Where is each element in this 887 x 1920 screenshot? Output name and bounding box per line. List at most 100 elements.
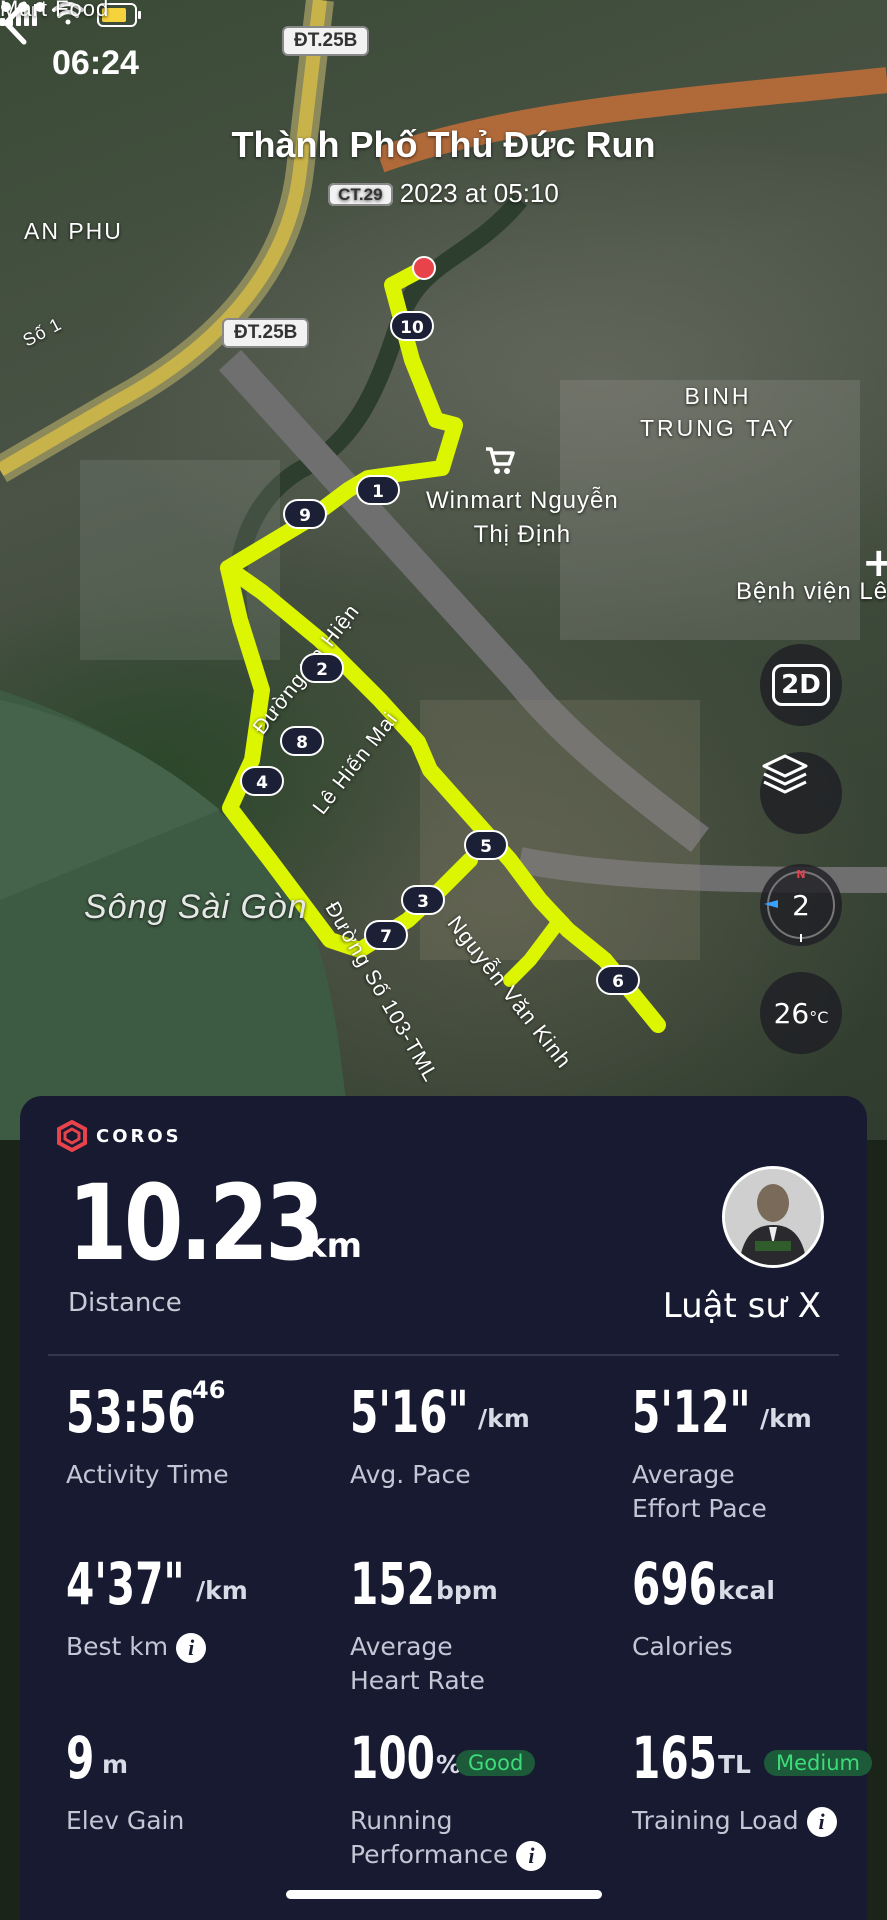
coros-logo-icon: [57, 1120, 87, 1152]
km-marker: 9: [283, 499, 327, 529]
date-road-tag: CT.29: [328, 183, 393, 206]
stat-value: 5'12": [632, 1378, 751, 1446]
activity-date: CT.29 2023 at 05:10: [0, 178, 887, 209]
distance-label: Distance: [68, 1288, 182, 1318]
summary-panel: COROS 10.23 km Distance Luật sư X 53:56 4…: [20, 1096, 872, 1920]
view-2d-button[interactable]: 2D: [760, 644, 842, 726]
stat-label: Calories: [632, 1630, 887, 1664]
info-icon[interactable]: i: [176, 1633, 207, 1663]
activity-datetime: 2023 at 05:10: [399, 178, 559, 208]
stat-badge: Good: [456, 1750, 536, 1776]
hospital-plus-icon: +: [862, 540, 887, 586]
activity-title: Thành Phố Thủ Đức Run: [231, 124, 656, 165]
compass-button[interactable]: N 2: [760, 864, 842, 946]
coros-logo: COROS: [56, 1120, 182, 1152]
user-name: Luật sư X: [662, 1286, 821, 1326]
route-line: [220, 256, 666, 1033]
brand-name: COROS: [96, 1125, 182, 1147]
stat-item: 5'12" /km Average Effort Pace: [632, 1378, 887, 1523]
map-label-an-phu: AN PHU: [24, 218, 123, 244]
view-mode-label: 2D: [772, 664, 830, 706]
stat-label: Avg. Pace: [350, 1458, 620, 1492]
stat-label: Average Heart Rate: [350, 1630, 620, 1698]
stat-label: Best km i: [66, 1630, 336, 1664]
avatar[interactable]: [722, 1166, 824, 1268]
divider: [48, 1354, 839, 1356]
status-time: 06:24: [52, 44, 139, 82]
stat-item: 5'16" /km Avg. Pace: [350, 1378, 620, 1489]
km-marker: 2: [300, 653, 344, 683]
weather-badge: 26 °C: [760, 972, 842, 1054]
stat-value: 5'16": [350, 1378, 469, 1446]
info-icon[interactable]: i: [516, 1841, 547, 1871]
km-marker: 7: [364, 920, 408, 950]
road-tag: ĐT.25B: [222, 318, 310, 348]
stat-item: 152 bpm Average Heart Rate: [350, 1550, 620, 1695]
stat-label: Training Load i: [632, 1804, 887, 1838]
stat-value: 9: [66, 1724, 95, 1792]
user-avatar-image: [725, 1169, 821, 1265]
map-label-winmart: Winmart Nguyễn Thị Định: [426, 487, 619, 548]
stat-unit: TL: [718, 1750, 751, 1779]
stat-label-text: Calories: [632, 1632, 733, 1661]
stat-value: 696: [632, 1550, 717, 1618]
km-marker: 1: [356, 475, 400, 505]
road-tag: ĐT.25B: [282, 26, 370, 56]
stat-unit: /km: [196, 1576, 248, 1605]
km-marker: 3: [401, 885, 445, 915]
stat-value: 165: [632, 1724, 717, 1792]
stat-item: 696 kcal Calories: [632, 1550, 887, 1661]
km-marker: 8: [280, 726, 324, 756]
more-options-icon[interactable]: [0, 0, 46, 14]
stat-value: 4'37": [66, 1550, 185, 1618]
stat-value: 53:56: [66, 1378, 196, 1446]
stat-label-text: Best km: [66, 1632, 169, 1661]
stat-label: Activity Time: [66, 1458, 336, 1492]
km-marker: 6: [596, 965, 640, 995]
stat-label-text: Average Effort Pace: [632, 1460, 767, 1523]
temperature-value: 26: [773, 996, 810, 1030]
km-marker: 5: [464, 830, 508, 860]
stat-unit: /km: [478, 1404, 530, 1433]
info-icon[interactable]: i: [806, 1807, 837, 1837]
stat-item: 100% Good Running Performance i: [350, 1724, 620, 1871]
distance-value: 10.23: [68, 1162, 325, 1284]
stat-item: 165 TL Medium Training Load i: [632, 1724, 887, 1837]
layers-icon: [762, 754, 808, 794]
layers-button[interactable]: [760, 752, 842, 834]
stat-unit: bpm: [436, 1576, 498, 1605]
km-marker: 10: [390, 311, 434, 341]
km-marker: 4: [240, 766, 284, 796]
temperature-unit: °C: [809, 1007, 829, 1027]
map-label-binh-trung-tay: BINH TRUNG TAY: [640, 383, 797, 441]
stat-unit: m: [102, 1750, 129, 1779]
start-dot: [412, 256, 436, 280]
stat-value-hundredths: 46: [192, 1376, 226, 1404]
stat-label-text: Running Performance: [350, 1806, 509, 1869]
home-indicator[interactable]: [286, 1890, 602, 1899]
stat-badge: Medium: [764, 1750, 872, 1776]
stat-label: Average Effort Pace: [632, 1458, 887, 1526]
svg-text:N: N: [796, 868, 805, 881]
status-bar: 06:24: [0, 0, 887, 110]
stat-item: 9 m Elev Gain: [66, 1724, 336, 1835]
stat-label-text: Elev Gain: [66, 1806, 185, 1835]
stat-label-text: Average Heart Rate: [350, 1632, 485, 1695]
stat-unit: kcal: [718, 1576, 775, 1605]
stat-label-text: Activity Time: [66, 1460, 229, 1489]
stat-label: Elev Gain: [66, 1804, 336, 1838]
stat-unit: /km: [760, 1404, 812, 1433]
stat-label-text: Training Load: [632, 1806, 799, 1835]
stat-item: 53:56 46 Activity Time: [66, 1376, 336, 1489]
stat-value: 152: [350, 1550, 435, 1618]
distance-block: 10.23 km: [68, 1162, 377, 1284]
stat-label-text: Avg. Pace: [350, 1460, 471, 1489]
map-label-song-sai-gon: Sông Sài Gòn: [84, 888, 308, 926]
stat-item: 4'37" /km Best km i: [66, 1550, 336, 1663]
stat-value: 100: [350, 1724, 435, 1792]
compass-value: 2: [792, 888, 810, 922]
distance-unit: km: [304, 1226, 363, 1266]
route-map[interactable]: 06:24 Mart Food Thành Phố Thủ Đức Run CT…: [0, 0, 887, 1140]
stat-label: Running Performance i: [350, 1804, 620, 1872]
cart-icon: [486, 447, 515, 474]
